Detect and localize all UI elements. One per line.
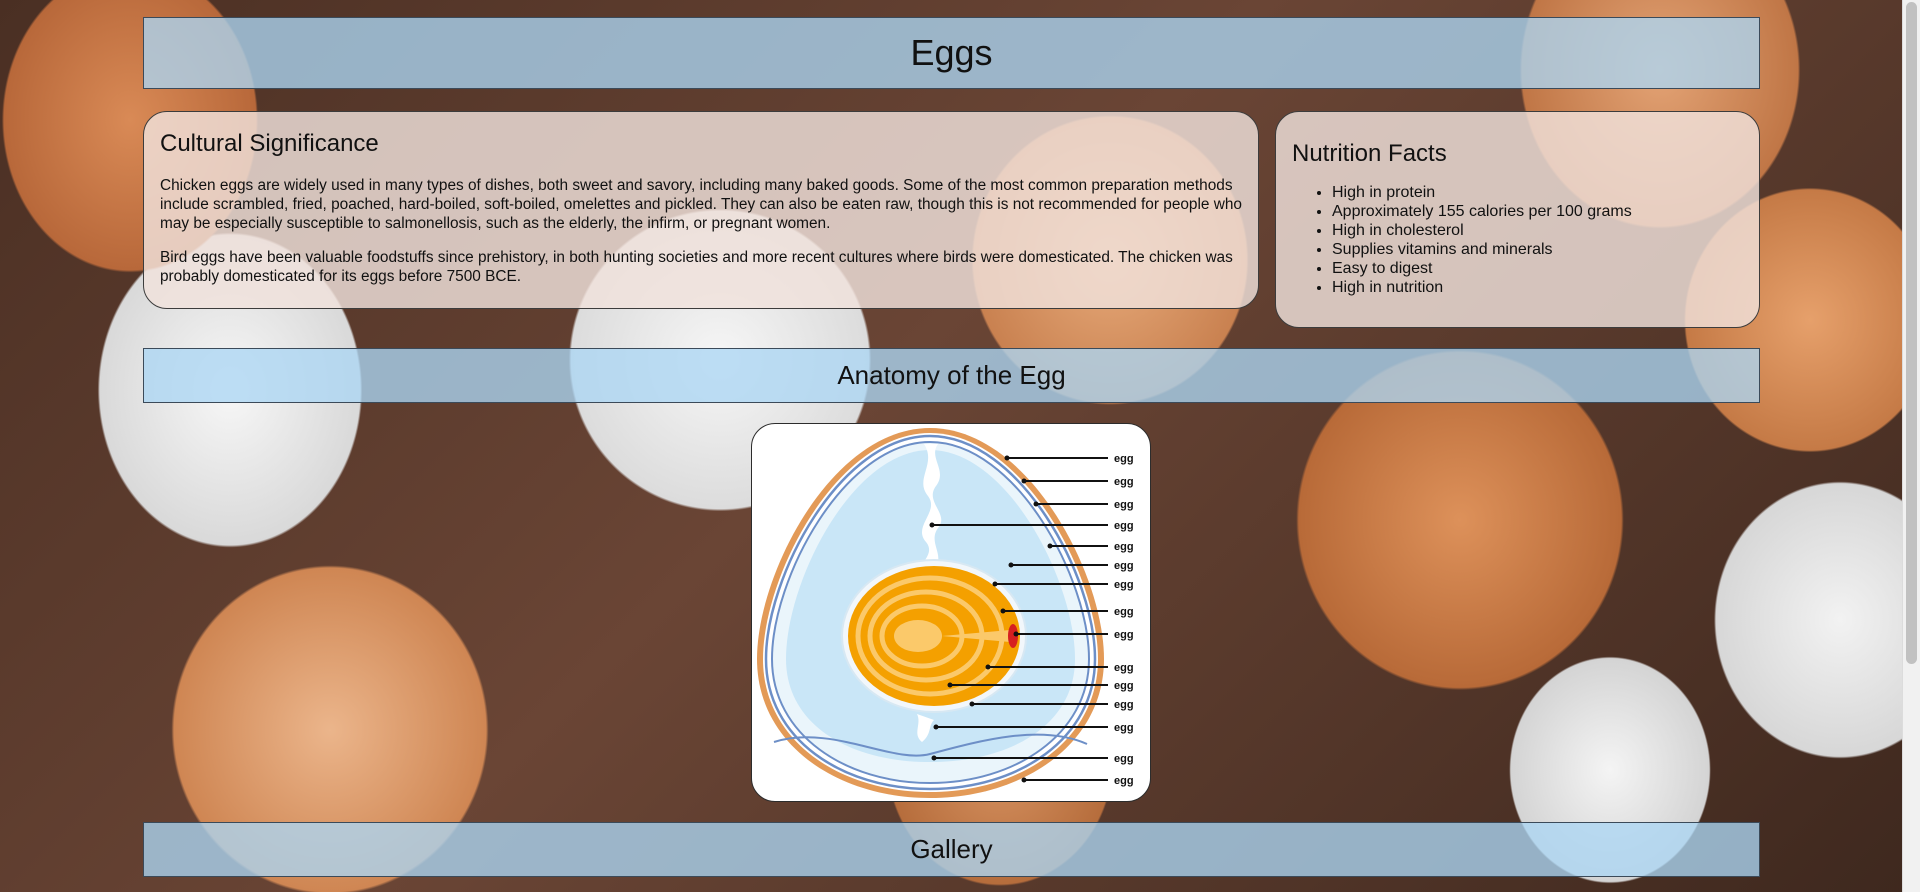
egg-part-label: egg	[1114, 579, 1134, 591]
leader-dot	[1021, 478, 1027, 484]
egg-part-label: egg	[1114, 699, 1134, 711]
egg-part-label: egg	[1114, 680, 1134, 692]
leader-dot	[1004, 455, 1010, 461]
nutrition-fact-item: High in protein	[1332, 183, 1743, 202]
gallery-heading: Gallery	[910, 834, 993, 864]
page-title: Eggs	[910, 32, 993, 73]
anatomy-heading: Anatomy of the Egg	[837, 360, 1066, 390]
nutrition-facts-panel: Nutrition Facts High in protein Approxim…	[1275, 111, 1760, 328]
leader-dot	[1013, 631, 1019, 637]
leader-dot	[929, 522, 935, 528]
egg-part-label: egg	[1114, 499, 1134, 511]
egg-part-label: egg	[1114, 722, 1134, 734]
egg-anatomy-diagram: egg egg egg egg egg egg egg egg egg egg …	[751, 423, 1151, 802]
nutrition-fact-item: Easy to digest	[1332, 259, 1743, 278]
egg-part-label: egg	[1114, 753, 1134, 765]
nutrition-fact-item: Approximately 155 calories per 100 grams	[1332, 202, 1743, 221]
egg-part-label: egg	[1114, 606, 1134, 618]
leader-dot	[1008, 562, 1014, 568]
cultural-significance-heading: Cultural Significance	[160, 130, 379, 157]
gallery-section-header: Gallery	[143, 822, 1760, 877]
cultural-paragraph: Chicken eggs are widely used in many typ…	[160, 177, 1242, 232]
nutrition-fact-item: High in cholesterol	[1332, 221, 1743, 240]
cultural-paragraph: Bird eggs have been valuable foodstuffs …	[160, 249, 1233, 285]
egg-part-label: egg	[1114, 476, 1134, 488]
anatomy-section-header: Anatomy of the Egg	[143, 348, 1760, 403]
leader-dot	[985, 664, 991, 670]
page-header: Eggs	[143, 17, 1760, 89]
egg-part-label: egg	[1114, 775, 1134, 787]
nutrition-facts-heading: Nutrition Facts	[1292, 140, 1447, 167]
scrollbar-thumb[interactable]	[1906, 2, 1917, 664]
leader-dot	[992, 581, 998, 587]
leader-dot	[931, 755, 937, 761]
leader-dot	[1021, 777, 1027, 783]
egg-part-label: egg	[1114, 520, 1134, 532]
egg-part-label: egg	[1114, 662, 1134, 674]
nutrition-facts-list: High in protein Approximately 155 calori…	[1292, 183, 1743, 297]
nutrition-fact-item: Supplies vitamins and minerals	[1332, 240, 1743, 259]
egg-part-label: egg	[1114, 453, 1134, 465]
leader-dot	[1047, 543, 1053, 549]
leader-dot	[933, 724, 939, 730]
page-scrollbar[interactable]	[1902, 0, 1920, 892]
leader-dot	[1033, 501, 1039, 507]
latebra	[894, 620, 942, 652]
egg-anatomy-illustration: egg egg egg egg egg egg egg egg egg egg …	[757, 428, 1134, 798]
leader-dot	[947, 682, 953, 688]
egg-part-label: egg	[1114, 541, 1134, 553]
egg-part-label: egg	[1114, 560, 1134, 572]
cultural-significance-panel: Cultural Significance Chicken eggs are w…	[143, 111, 1259, 309]
egg-part-label: egg	[1114, 629, 1134, 641]
leader-dot	[969, 701, 975, 707]
nutrition-fact-item: High in nutrition	[1332, 278, 1743, 297]
leader-dot	[1000, 608, 1006, 614]
